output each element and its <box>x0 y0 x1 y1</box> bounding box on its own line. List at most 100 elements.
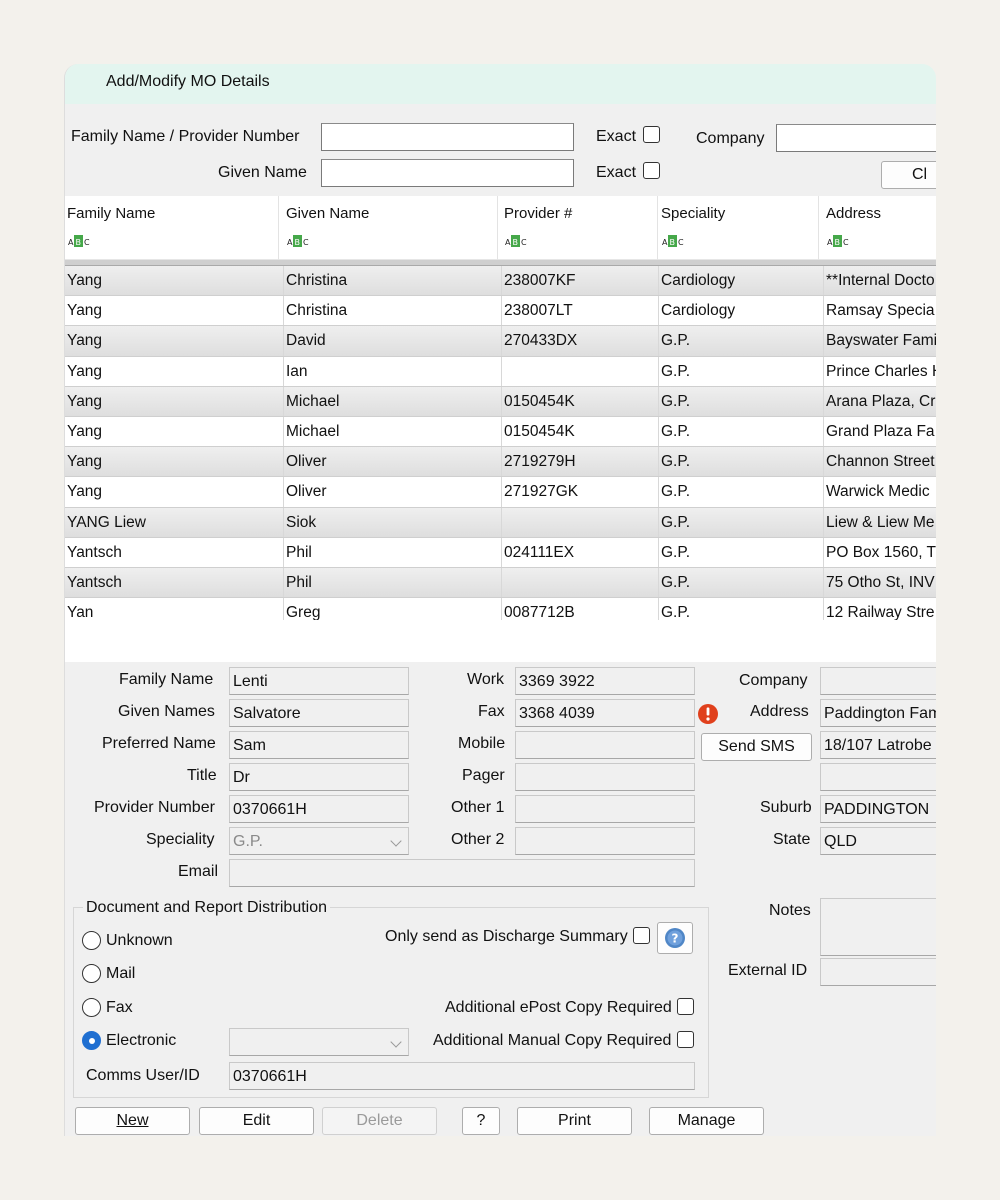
table-cell: Yang <box>65 326 284 356</box>
table-cell: Yantsch <box>65 568 284 598</box>
table-cell: PO Box 1560, T <box>826 543 936 561</box>
radio-electronic[interactable] <box>82 1031 101 1050</box>
given-names-field[interactable]: Salvatore <box>229 699 409 727</box>
radio-unknown[interactable] <box>82 931 101 950</box>
table-row[interactable]: Yang Oliver 271927GK G.P. Warwick Medic <box>65 477 936 508</box>
abc-filter-icon[interactable]: ABC <box>287 234 309 248</box>
suburb-field[interactable]: PADDINGTON <box>820 795 936 823</box>
table-cell <box>502 356 659 386</box>
table-row[interactable]: Yang Christina 238007KF Cardiology **Interna… <box>65 266 936 297</box>
edit-button[interactable]: Edit <box>199 1107 314 1135</box>
given-names-label: Given Names <box>118 703 215 720</box>
svg-text:C: C <box>678 238 684 247</box>
table-cell: Yan <box>65 598 284 620</box>
abc-filter-icon[interactable]: ABC <box>662 234 684 248</box>
speciality-dropdown[interactable]: G.P. <box>229 827 409 855</box>
abc-filter-icon[interactable]: ABC <box>505 234 527 248</box>
table-row[interactable]: Yang Christina 238007LT Cardiology Ramsay Sp… <box>65 296 936 327</box>
table-cell: Cardiology <box>659 296 824 326</box>
family-name-field[interactable]: Lenti <box>229 667 409 695</box>
new-button[interactable]: New <box>75 1107 190 1135</box>
table-cell: 0150454K <box>502 386 659 416</box>
provider-number-field[interactable]: 0370661H <box>229 795 409 823</box>
state-field[interactable]: QLD <box>820 827 936 855</box>
preferred-name-field[interactable]: Sam <box>229 731 409 759</box>
radio-mail[interactable] <box>82 964 101 983</box>
company-field[interactable] <box>820 667 936 695</box>
manage-button[interactable]: Manage <box>649 1107 764 1135</box>
abc-filter-icon[interactable]: ABC <box>68 234 90 248</box>
manual-copy-checkbox[interactable] <box>677 1031 694 1048</box>
mobile-field[interactable] <box>515 731 695 759</box>
exact-checkbox-2[interactable] <box>643 162 660 179</box>
email-field[interactable] <box>229 859 695 887</box>
send-sms-button[interactable]: Send SMS <box>701 733 812 761</box>
help-button[interactable]: ? <box>462 1107 500 1135</box>
svg-text:B: B <box>835 238 841 247</box>
title-label: Title <box>187 767 217 784</box>
table-row[interactable]: YANG Liew Siok G.P. Liew & Liew Me <box>65 507 936 538</box>
email-label: Email <box>178 863 219 880</box>
electronic-method-dropdown[interactable] <box>229 1028 409 1056</box>
discharge-summary-checkbox[interactable] <box>633 927 650 944</box>
pager-field[interactable] <box>515 763 695 791</box>
radio-unknown-label: Unknown <box>106 932 173 949</box>
state-label: State <box>773 831 811 848</box>
column-provider-number[interactable]: Provider # ABC <box>502 196 658 260</box>
epost-copy-label: Additional ePost Copy Required <box>445 999 672 1016</box>
table-row[interactable]: Yang Ian G.P. Prince Charles H <box>65 356 936 387</box>
address-line2-field[interactable]: 18/107 Latrobe <box>820 731 936 759</box>
company-search-input[interactable] <box>776 124 936 152</box>
table-cell: G.P. <box>659 598 824 620</box>
table-cell: G.P. <box>659 477 824 507</box>
column-address[interactable]: Address ABC <box>824 196 936 260</box>
table-row[interactable]: Yantsch Phil G.P. 75 Otho St, INV <box>65 568 936 599</box>
table-row[interactable]: Yang Michael 0150454K G.P. Arana Plaza, Cr <box>65 386 936 417</box>
table-cell: G.P. <box>659 386 824 416</box>
radio-fax[interactable] <box>82 998 101 1017</box>
other2-field[interactable] <box>515 827 695 855</box>
table-cell: G.P. <box>659 447 824 477</box>
fax-field[interactable]: 3368 4039 <box>515 699 695 727</box>
column-given-name[interactable]: Given Name ABC <box>284 196 498 260</box>
notes-field[interactable] <box>820 898 936 956</box>
exact-checkbox-1[interactable] <box>643 126 660 143</box>
company-search-label: Company <box>696 130 765 147</box>
given-name-search-label: Given Name <box>218 164 307 181</box>
svg-text:B: B <box>670 238 676 247</box>
table-row[interactable]: Yan Greg 0087712B G.P. 12 Railway Stre <box>65 598 936 620</box>
family-provider-search-input[interactable] <box>321 123 574 151</box>
external-id-field[interactable] <box>820 958 936 986</box>
svg-text:C: C <box>521 238 527 247</box>
title-field[interactable]: Dr <box>229 763 409 791</box>
table-cell: Phil <box>284 568 502 598</box>
comms-user-field[interactable]: 0370661H <box>229 1062 695 1090</box>
table-row[interactable]: Yang Oliver 2719279H G.P. Channon Street <box>65 447 936 478</box>
radio-fax-label: Fax <box>106 999 133 1016</box>
preferred-name-label: Preferred Name <box>102 735 216 752</box>
work-phone-field[interactable]: 3369 3922 <box>515 667 695 695</box>
epost-copy-checkbox[interactable] <box>677 998 694 1015</box>
table-cell: 238007KF <box>502 266 659 296</box>
given-name-search-input[interactable] <box>321 159 574 187</box>
table-cell: Liew & Liew Me <box>826 513 935 531</box>
table-cell: Yang <box>65 266 284 296</box>
svg-text:A: A <box>827 238 833 247</box>
table-row[interactable]: Yantsch Phil 024111EX G.P. PO Box 1560, T <box>65 537 936 568</box>
address-line1-field[interactable]: Paddington Fam <box>820 699 936 727</box>
table-cell: G.P. <box>659 326 824 356</box>
delete-button[interactable]: Delete <box>322 1107 437 1135</box>
clear-button[interactable]: Cl <box>881 161 936 189</box>
abc-filter-icon[interactable]: ABC <box>827 234 849 248</box>
table-row[interactable]: Yang David 270433DX G.P. Bayswater Fami <box>65 326 936 357</box>
svg-text:A: A <box>68 238 74 247</box>
address-line3-field[interactable] <box>820 763 936 791</box>
column-family-name[interactable]: Family Name ABC <box>65 196 279 260</box>
help-info-button[interactable]: ? <box>657 922 693 954</box>
column-speciality[interactable]: Speciality ABC <box>659 196 819 260</box>
question-icon: ? <box>665 928 685 948</box>
other1-field[interactable] <box>515 795 695 823</box>
table-row[interactable]: Yang Michael 0150454K G.P. Grand Plaza Fa <box>65 417 936 448</box>
table-cell: Yang <box>65 417 284 447</box>
print-button[interactable]: Print <box>517 1107 632 1135</box>
